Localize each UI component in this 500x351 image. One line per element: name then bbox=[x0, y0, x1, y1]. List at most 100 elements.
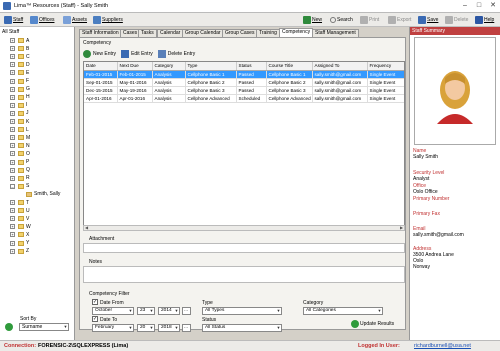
date-from-more-button[interactable]: ... bbox=[182, 307, 191, 315]
tree-node-h[interactable]: H bbox=[18, 94, 30, 101]
horizontal-scrollbar[interactable]: ◀ ▶ bbox=[83, 225, 405, 231]
minimize-button[interactable]: – bbox=[458, 1, 472, 11]
tab-calendar[interactable]: Calendar bbox=[157, 29, 184, 37]
assets-button[interactable]: Assets bbox=[63, 15, 87, 25]
tree-node-b[interactable]: B bbox=[18, 45, 29, 52]
tree-expander-icon[interactable]: + bbox=[10, 135, 15, 141]
tree-node-w[interactable]: W bbox=[18, 223, 31, 230]
tree-node-y[interactable]: Y bbox=[18, 240, 29, 247]
tree-node-k[interactable]: K bbox=[18, 118, 29, 125]
tree-expander-icon[interactable]: + bbox=[10, 224, 15, 230]
tree-expander-icon[interactable]: + bbox=[10, 38, 15, 43]
tree-expander-icon[interactable]: + bbox=[10, 151, 15, 157]
tree-expander-icon[interactable]: + bbox=[10, 54, 15, 60]
tree-expander-icon[interactable]: + bbox=[10, 110, 15, 116]
category-select[interactable]: All Categories ▼ bbox=[303, 307, 383, 315]
competency-grid[interactable]: Date Next Due Category Type Status Cours… bbox=[83, 61, 405, 226]
column-header[interactable]: Frequency bbox=[367, 62, 404, 71]
status-select[interactable]: All Status ▼ bbox=[202, 324, 282, 332]
tree-node-f[interactable]: F bbox=[18, 78, 29, 85]
tree-node-e[interactable]: E bbox=[18, 69, 29, 76]
offices-button[interactable]: Offices bbox=[30, 15, 54, 25]
edit-entry-button[interactable]: Edit Entry bbox=[121, 49, 153, 58]
delete-button[interactable]: Delete bbox=[445, 15, 468, 25]
tree-expander-icon[interactable]: + bbox=[10, 102, 15, 108]
date-to-year-select[interactable]: 2018 ▼ bbox=[158, 324, 180, 332]
scroll-right-icon[interactable]: ▶ bbox=[399, 226, 404, 230]
tree-expander-icon[interactable]: + bbox=[10, 159, 15, 165]
tree-expander-icon[interactable]: + bbox=[10, 248, 15, 254]
tree-expander-icon[interactable]: + bbox=[10, 62, 15, 68]
table-row[interactable]: Sep-01-2015 May-01-2016 Analysis Cellphone … bbox=[84, 78, 404, 87]
column-header[interactable]: Next Due bbox=[117, 62, 153, 71]
tree-expander-icon[interactable]: + bbox=[10, 240, 15, 246]
date-to-checkbox[interactable]: ✓ bbox=[92, 316, 98, 322]
export-button[interactable]: Export bbox=[388, 15, 411, 25]
close-button[interactable]: ✕ bbox=[486, 1, 500, 11]
tree-expander-icon[interactable]: + bbox=[10, 78, 15, 84]
table-row[interactable]: Dec-15-2015 May-19-2016 Analysis Cellphone … bbox=[84, 86, 404, 95]
new-entry-button[interactable]: New Entry bbox=[83, 49, 116, 58]
staff-button[interactable]: Staff bbox=[4, 15, 23, 25]
column-header[interactable]: Type bbox=[185, 62, 237, 71]
maximize-button[interactable]: □ bbox=[472, 1, 486, 11]
save-button[interactable]: Save bbox=[418, 15, 438, 25]
tree-node-z[interactable]: Z bbox=[18, 248, 29, 255]
tree-node-p[interactable]: P bbox=[18, 159, 29, 166]
date-to-day-select[interactable]: 20 ▼ bbox=[137, 324, 155, 332]
column-header[interactable]: Status bbox=[236, 62, 267, 71]
refresh-icon[interactable] bbox=[5, 323, 13, 331]
tree-expander-icon[interactable]: + bbox=[10, 46, 15, 52]
tree-node-n[interactable]: N bbox=[18, 142, 30, 149]
staff-tree[interactable]: + A + B + C + D + E + F + G + H + I + J + K + L + M + N + O + P + Q + R – S Sm… bbox=[2, 37, 74, 272]
date-from-month-select[interactable]: October ▼ bbox=[92, 307, 134, 315]
tree-node-a[interactable]: A bbox=[18, 37, 29, 44]
tree-node-g[interactable]: G bbox=[18, 86, 30, 93]
help-button[interactable]: Help bbox=[475, 15, 494, 25]
tree-expander-icon[interactable]: + bbox=[10, 208, 15, 214]
tab-staff-management[interactable]: Staff Management bbox=[312, 29, 359, 37]
tree-node-r[interactable]: R bbox=[18, 175, 30, 182]
tree-expander-icon[interactable]: + bbox=[10, 167, 15, 173]
tab-group-calendar[interactable]: Group Calendar bbox=[182, 29, 224, 37]
date-to-more-button[interactable]: ... bbox=[182, 324, 191, 332]
search-button[interactable]: Search bbox=[330, 15, 353, 25]
tree-node-q[interactable]: Q bbox=[18, 167, 30, 174]
date-to-month-select[interactable]: February ▼ bbox=[92, 324, 134, 332]
scroll-left-icon[interactable]: ◀ bbox=[84, 226, 89, 230]
tree-node-t[interactable]: T bbox=[18, 199, 29, 206]
column-header[interactable]: Category bbox=[152, 62, 186, 71]
tree-expander-icon[interactable]: + bbox=[10, 143, 15, 149]
tree-node-staff-member[interactable]: Smith, Sally bbox=[26, 191, 60, 198]
date-from-checkbox[interactable]: ✓ bbox=[92, 299, 98, 305]
tree-node-m[interactable]: M bbox=[18, 134, 30, 141]
tree-node-d[interactable]: D bbox=[18, 61, 30, 68]
tab-group-cases[interactable]: Group Cases bbox=[222, 29, 258, 37]
date-from-day-select[interactable]: 23 ▼ bbox=[137, 307, 155, 315]
notes-box[interactable] bbox=[83, 266, 405, 283]
column-header[interactable]: Assigned To bbox=[312, 62, 368, 71]
tree-expander-icon[interactable]: + bbox=[10, 175, 15, 181]
suppliers-button[interactable]: Suppliers bbox=[93, 15, 123, 25]
tab-competency[interactable]: Competency bbox=[279, 28, 314, 37]
column-header[interactable]: Course Title bbox=[266, 62, 313, 71]
tree-node-l[interactable]: L bbox=[18, 126, 29, 133]
tree-node-i[interactable]: I bbox=[18, 102, 27, 109]
type-select[interactable]: All Types ▼ bbox=[202, 307, 282, 315]
tree-expander-icon[interactable]: + bbox=[10, 232, 15, 238]
table-row[interactable]: Apr-01-2016 Apr-01-2016 Analysis Cellphone … bbox=[84, 94, 404, 103]
tree-expander-icon[interactable]: + bbox=[10, 200, 15, 205]
tab-tasks[interactable]: Tasks bbox=[138, 29, 157, 37]
new-button[interactable]: New bbox=[303, 15, 322, 25]
tree-node-j[interactable]: J bbox=[18, 110, 29, 117]
tab-training[interactable]: Training bbox=[256, 29, 280, 37]
delete-entry-button[interactable]: Delete Entry bbox=[157, 49, 195, 58]
tree-node-o[interactable]: O bbox=[18, 150, 30, 157]
tree-expander-icon[interactable]: + bbox=[10, 216, 15, 222]
table-row[interactable]: Feb-01-2015 Feb-01-2015 Analysis Cellphone … bbox=[84, 70, 404, 79]
tree-expander-icon[interactable]: + bbox=[10, 127, 15, 133]
tab-staff-information[interactable]: Staff Information bbox=[79, 29, 122, 37]
tree-node-v[interactable]: V bbox=[18, 215, 29, 222]
tree-expander-icon[interactable]: + bbox=[10, 119, 15, 124]
tree-expander-icon[interactable]: + bbox=[10, 70, 15, 76]
